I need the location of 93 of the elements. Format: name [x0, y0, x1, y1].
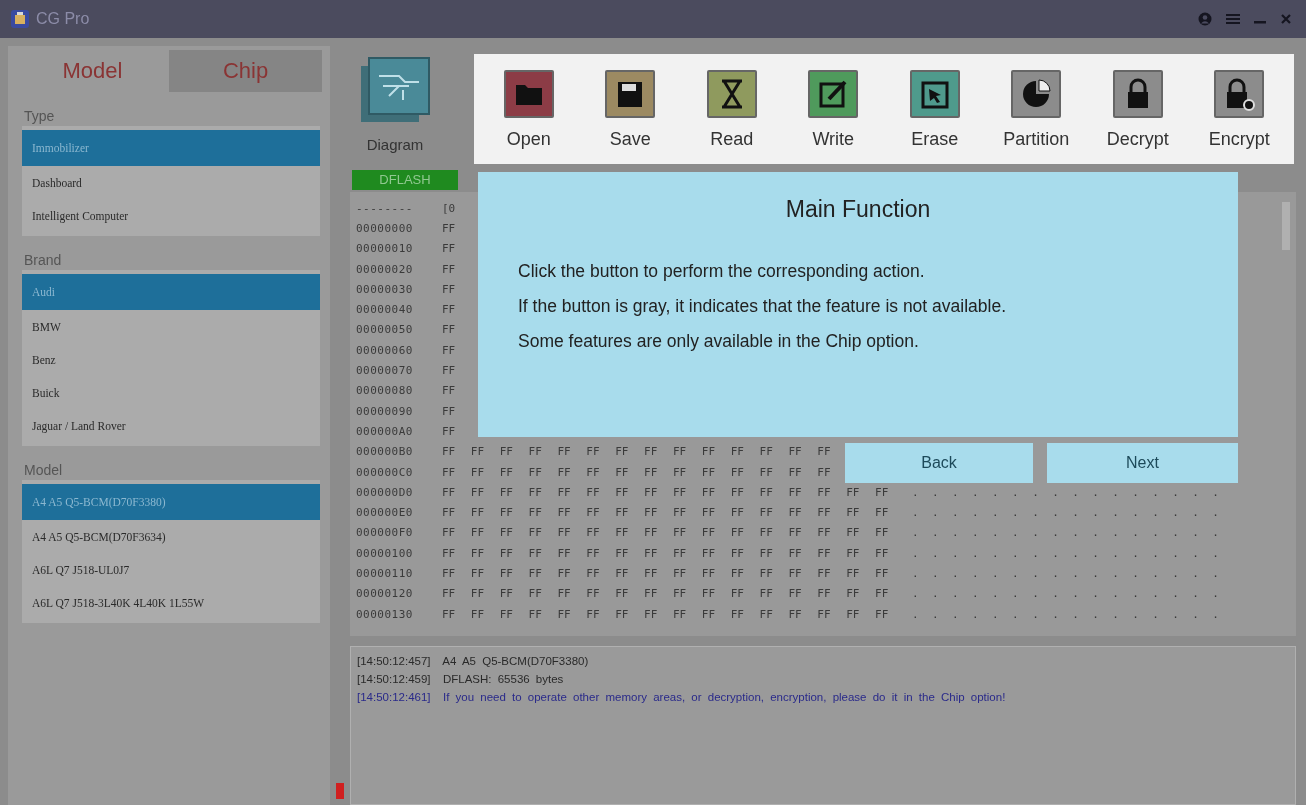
hex-bytes: FF FF FF FF FF FF FF FF FF FF FF FF FF FF FF FF — [442, 546, 889, 560]
dialog-title: Main Function — [784, 196, 932, 223]
hex-bytes: FF FF FF FF FF FF FF FF FF FF FF FF FF FF FF FF — [442, 506, 889, 520]
tool-button[interactable]: Open — [480, 68, 577, 150]
hourglass-icon — [705, 68, 758, 119]
floppy-disk-icon — [604, 68, 657, 119]
hex-address: 000000D0 — [356, 485, 414, 499]
list-item[interactable]: Benz — [22, 343, 320, 376]
hex-address: 00000130 — [356, 607, 414, 621]
hex-address: 00000050 — [356, 323, 414, 337]
hex-address: 00000040 — [356, 303, 414, 317]
list-item[interactable]: Jaguar / Land Rover — [22, 409, 320, 442]
list-item[interactable]: Dashboard — [22, 166, 320, 199]
hex-bytes: FF — [442, 262, 456, 276]
pie-chart-icon — [1010, 68, 1063, 119]
hex-address: 00000110 — [356, 567, 414, 580]
folder-icon — [502, 68, 555, 119]
menu-icon[interactable] — [1226, 13, 1240, 25]
tool-button[interactable]: Decrypt — [1089, 68, 1186, 150]
tool-button[interactable]: Read — [683, 68, 780, 150]
hex-address: 00000060 — [356, 343, 414, 357]
status-indicator — [336, 783, 344, 799]
hex-ascii: ................ — [912, 587, 1233, 601]
hex-address: 00000100 — [356, 546, 414, 560]
hex-bytes: FF FF FF FF FF FF FF FF FF FF FF FF FF FF — [442, 445, 831, 459]
hex-address: 000000E0 — [356, 506, 414, 520]
close-icon[interactable] — [1280, 13, 1292, 25]
hex-address: 00000080 — [356, 384, 414, 398]
hex-header: -------- — [356, 201, 414, 215]
diagram-button[interactable]: Diagram — [340, 46, 450, 170]
back-button[interactable]: Back — [845, 443, 1033, 483]
hex-address: 00000120 — [356, 587, 414, 601]
hex-bytes: FF — [442, 404, 456, 418]
padlock-gear-icon — [1213, 68, 1266, 119]
cursor-square-icon — [908, 68, 961, 119]
hex-address: 000000B0 — [356, 445, 414, 459]
window-title: CG Pro — [36, 10, 90, 28]
hex-ascii: ................ — [912, 526, 1233, 540]
hex-bytes: FF — [442, 364, 456, 377]
hex-ascii: ................ — [912, 485, 1233, 499]
hex-ascii: ................ — [912, 607, 1233, 621]
dialog-text: Some features are only available in the Chip option. — [518, 331, 920, 352]
tool-button[interactable]: Encrypt — [1191, 68, 1288, 150]
tool-button[interactable]: Write — [785, 68, 882, 150]
padlock-icon — [1111, 68, 1164, 119]
hex-bytes: FF — [442, 221, 456, 235]
tool-button[interactable]: Erase — [886, 68, 983, 150]
app-logo-icon — [10, 9, 30, 29]
list-item[interactable]: A6L Q7 J518-3L40K 4L40K 1L55W — [22, 586, 320, 619]
tool-button[interactable]: Save — [582, 68, 679, 150]
hex-address: 00000000 — [356, 221, 414, 235]
hex-bytes: FF — [442, 343, 456, 357]
list-item[interactable]: Buick — [22, 376, 320, 409]
section-title: Brand — [24, 251, 63, 270]
hex-bytes: FF FF FF FF FF FF FF FF FF FF FF FF FF FF — [442, 465, 831, 479]
hex-header: [0 — [442, 201, 456, 215]
hex-address: 00000090 — [356, 404, 414, 418]
log-line: [14:50:12:461] If you need to operate other memory areas, or decryption, encryption, please do it in the Chip option! — [357, 691, 1007, 705]
dialog-text: If the button is gray, it indicates that the feature is not available. — [518, 296, 1008, 317]
pencil-square-icon — [807, 68, 860, 119]
user-icon[interactable] — [1198, 12, 1212, 26]
hex-bytes: FF — [442, 242, 456, 256]
hex-bytes: FF — [442, 384, 456, 398]
hex-ascii: ................ — [912, 546, 1233, 560]
hex-bytes: FF FF FF FF FF FF FF FF FF FF FF FF FF FF FF FF — [442, 526, 889, 540]
hex-bytes: FF — [442, 323, 456, 337]
hex-bytes: FF FF FF FF FF FF FF FF FF FF FF FF FF FF FF FF — [442, 567, 889, 580]
hex-ascii: ................ — [912, 506, 1233, 520]
hex-address: 00000020 — [356, 262, 414, 276]
section-title: Type — [24, 107, 56, 126]
hex-ascii: ................ — [912, 567, 1233, 580]
section-title: Model — [24, 461, 64, 480]
hex-address: 00000030 — [356, 282, 414, 296]
log-line: [14:50:12:459] DFLASH: 65536 bytes — [357, 673, 565, 687]
hex-address: 000000C0 — [356, 465, 414, 479]
hex-address: 00000070 — [356, 364, 414, 377]
hex-address: 000000A0 — [356, 424, 414, 438]
hex-bytes: FF FF FF FF FF FF FF FF FF FF FF FF FF FF FF FF — [442, 485, 889, 499]
hex-address: 00000010 — [356, 242, 414, 256]
log-line: [14:50:12:457] A4 A5 Q5-BCM(D70F3380) — [357, 655, 590, 669]
list-item[interactable]: A6L Q7 J518-UL0J7 — [22, 553, 320, 586]
tool-button[interactable]: Partition — [988, 68, 1085, 150]
hex-bytes: FF — [442, 303, 456, 317]
list-item[interactable]: Intelligent Computer — [22, 199, 320, 232]
hex-bytes: FF — [442, 282, 456, 296]
next-button[interactable]: Next — [1047, 443, 1238, 483]
hex-bytes: FF — [442, 424, 456, 438]
hex-address: 000000F0 — [356, 526, 414, 540]
hex-bytes: FF FF FF FF FF FF FF FF FF FF FF FF FF FF FF FF — [442, 607, 889, 621]
dialog-text: Click the button to perform the corresponding action. — [518, 261, 926, 282]
list-item[interactable]: BMW — [22, 310, 320, 343]
list-item[interactable]: A4 A5 Q5-BCM(D70F3634) — [22, 520, 320, 553]
hex-bytes: FF FF FF FF FF FF FF FF FF FF FF FF FF FF FF FF — [442, 587, 889, 601]
